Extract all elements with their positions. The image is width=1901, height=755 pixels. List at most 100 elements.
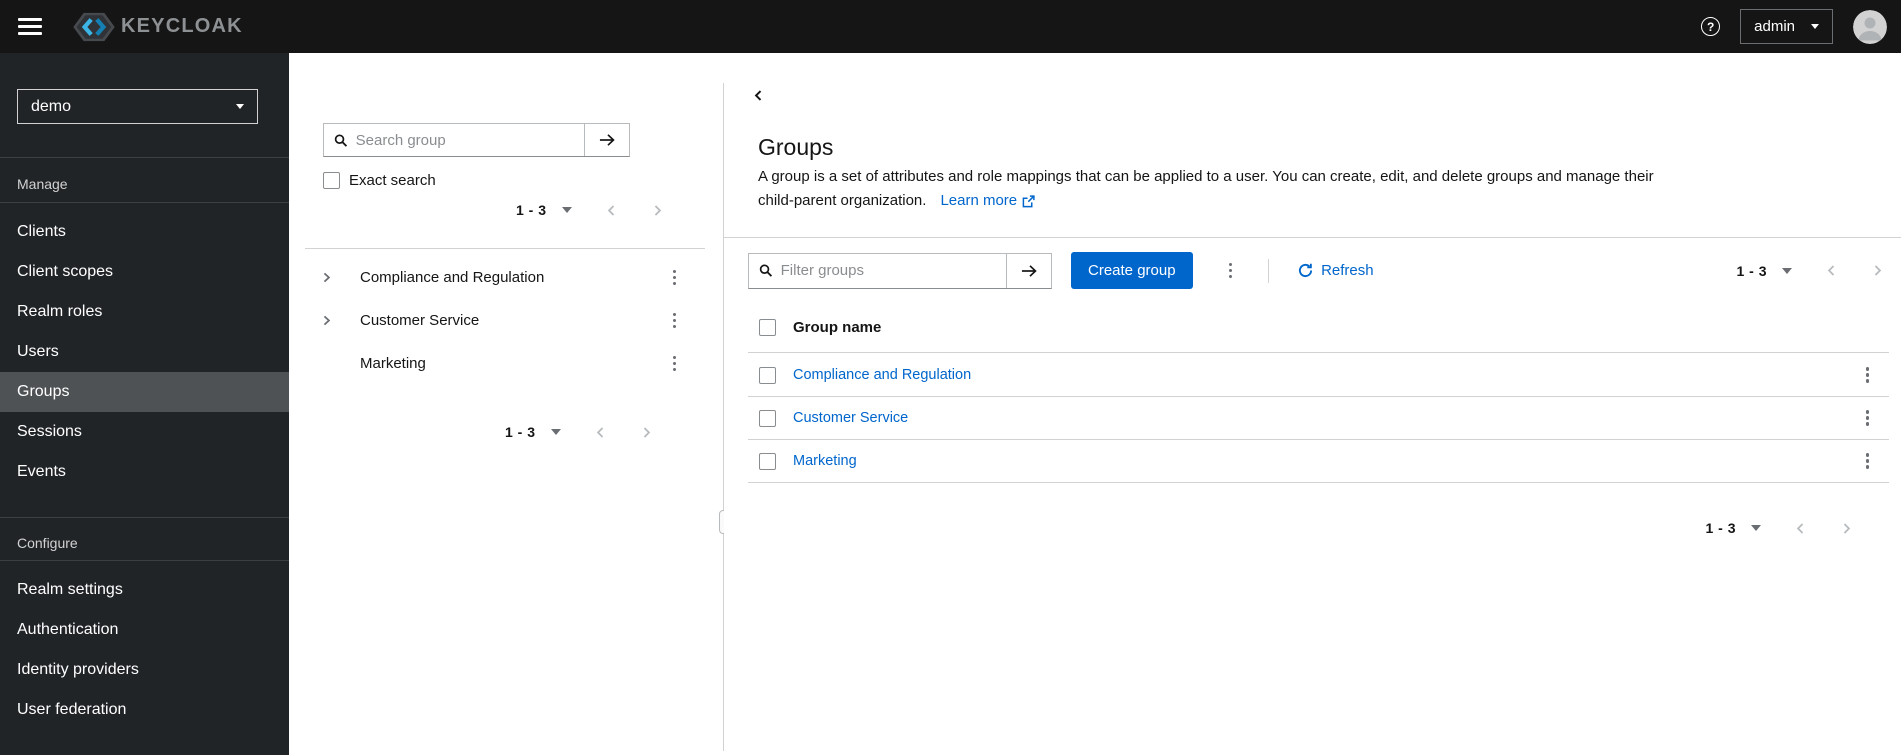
pagination-prev-button[interactable]	[605, 204, 618, 217]
refresh-button[interactable]: Refresh	[1298, 262, 1374, 279]
tree-item[interactable]: Compliance and Regulation	[289, 256, 723, 299]
table-pagination-top: 1 - 3	[1736, 263, 1884, 279]
table-header-row: Group name	[748, 303, 1889, 353]
learn-more-link[interactable]: Learn more	[940, 189, 1035, 213]
caret-down-icon	[1811, 24, 1819, 29]
tree-pagination-top: 1 - 3	[516, 202, 664, 218]
pagination-prev-button[interactable]	[1825, 264, 1838, 277]
group-search-submit-button[interactable]	[584, 124, 629, 156]
groups-tree: Compliance and Regulation Customer Servi…	[289, 256, 723, 385]
tree-item[interactable]: Marketing	[289, 342, 723, 385]
caret-down-icon	[1782, 267, 1792, 274]
sidebar-item-sessions[interactable]: Sessions	[0, 412, 289, 452]
caret-down-icon	[1751, 525, 1761, 531]
caret-down-icon	[550, 429, 561, 435]
angle-left-icon	[1796, 522, 1804, 534]
angle-left-icon	[1827, 265, 1835, 276]
divider	[0, 560, 289, 561]
pagination-range: 1 - 3	[516, 202, 547, 218]
groups-tree-panel: Exact search 1 - 3 Compliance and Regula…	[289, 53, 723, 755]
angle-right-icon	[654, 204, 661, 216]
avatar[interactable]	[1853, 9, 1887, 44]
pagination-menu-toggle[interactable]: 1 - 3	[1736, 263, 1792, 279]
pagination-next-button[interactable]	[1871, 264, 1884, 277]
tree-item-label[interactable]: Customer Service	[347, 312, 479, 329]
tree-item-label[interactable]: Marketing	[347, 355, 426, 372]
sidebar-item-groups[interactable]: Groups	[0, 372, 289, 412]
row-checkbox[interactable]	[759, 409, 776, 427]
filter-groups-input[interactable]	[780, 262, 996, 279]
toolbar-separator	[1268, 258, 1270, 283]
tree-item[interactable]: Customer Service	[289, 299, 723, 342]
kebab-menu-button[interactable]	[1860, 406, 1876, 430]
expand-toggle[interactable]	[321, 272, 347, 283]
pagination-prev-button[interactable]	[594, 426, 607, 439]
column-header-group-name: Group name	[793, 319, 882, 336]
kebab-menu-button[interactable]	[1860, 449, 1876, 473]
nav-section-configure: Configure	[17, 535, 78, 551]
expand-toggle[interactable]	[321, 315, 347, 326]
search-icon	[759, 264, 773, 277]
angle-left-icon	[607, 204, 614, 216]
sidebar-item-events[interactable]: Events	[0, 452, 289, 492]
row-checkbox[interactable]	[759, 366, 776, 384]
create-group-button[interactable]: Create group	[1071, 252, 1193, 289]
caret-down-icon	[236, 104, 244, 109]
angle-left-icon	[754, 90, 762, 101]
group-search-input[interactable]	[355, 131, 574, 149]
sidebar-item-realm-roles[interactable]: Realm roles	[0, 292, 289, 332]
nav-toggle-hamburger-icon[interactable]	[18, 18, 42, 35]
table-pagination-bottom: 1 - 3	[1705, 520, 1853, 536]
kebab-menu-button[interactable]	[1860, 363, 1876, 387]
sidebar-item-user-federation[interactable]: User federation	[0, 690, 289, 730]
angle-right-icon	[323, 272, 331, 283]
collapse-drawer-button[interactable]	[752, 89, 765, 102]
realm-selector[interactable]: demo	[17, 89, 258, 124]
pagination-menu-toggle[interactable]: 1 - 3	[505, 424, 561, 440]
kebab-menu-button[interactable]	[667, 266, 683, 290]
groups-toolbar: Create group Refresh 1 - 3	[748, 252, 1889, 289]
pagination-range: 1 - 3	[1705, 520, 1736, 536]
pagination-next-button[interactable]	[1840, 522, 1853, 535]
tree-item-label[interactable]: Compliance and Regulation	[347, 269, 544, 286]
description-line-2: child-parent organization. Learn more	[758, 189, 1654, 213]
pagination-menu-toggle[interactable]: 1 - 3	[1705, 520, 1761, 536]
kebab-menu-button[interactable]	[667, 309, 683, 333]
angle-left-icon	[596, 426, 603, 438]
pagination-next-button[interactable]	[640, 426, 653, 439]
help-icon[interactable]: ?	[1701, 17, 1721, 36]
sidebar-item-users[interactable]: Users	[0, 332, 289, 372]
tree-pagination-bottom: 1 - 3	[505, 424, 653, 440]
group-link[interactable]: Customer Service	[793, 410, 908, 426]
toolbar-kebab-menu-button[interactable]	[1223, 259, 1239, 283]
page-title: Groups	[758, 134, 834, 160]
row-checkbox[interactable]	[759, 452, 776, 470]
group-link[interactable]: Marketing	[793, 453, 857, 469]
group-link[interactable]: Compliance and Regulation	[793, 367, 971, 383]
sidebar-item-clients[interactable]: Clients	[0, 212, 289, 252]
table-row: Marketing	[748, 440, 1889, 483]
select-all-checkbox[interactable]	[759, 319, 776, 336]
pagination-menu-toggle[interactable]: 1 - 3	[516, 202, 572, 218]
angle-right-icon	[323, 315, 331, 326]
exact-search-option: Exact search	[323, 172, 436, 189]
filter-submit-button[interactable]	[1006, 253, 1051, 288]
keycloak-hexagon-icon	[73, 12, 115, 41]
sidebar-item-realm-settings[interactable]: Realm settings	[0, 570, 289, 610]
sidebar-item-identity-providers[interactable]: Identity providers	[0, 650, 289, 690]
kebab-menu-button[interactable]	[667, 352, 683, 376]
user-dropdown-label: admin	[1754, 18, 1795, 35]
pagination-next-button[interactable]	[651, 204, 664, 217]
pagination-prev-button[interactable]	[1794, 522, 1807, 535]
sidebar-item-authentication[interactable]: Authentication	[0, 610, 289, 650]
keycloak-logo[interactable]: KEYCLOAK	[72, 11, 243, 43]
arrow-right-icon	[1021, 264, 1037, 277]
group-search-inputgroup	[323, 123, 630, 157]
sidebar-item-client-scopes[interactable]: Client scopes	[0, 252, 289, 292]
table-row: Customer Service	[748, 397, 1889, 440]
brand-text: KEYCLOAK	[121, 15, 243, 37]
user-dropdown[interactable]: admin	[1740, 9, 1833, 44]
groups-main-panel: Groups A group is a set of attributes an…	[724, 53, 1901, 755]
pagination-range: 1 - 3	[1736, 262, 1767, 279]
exact-search-checkbox[interactable]	[323, 172, 340, 189]
